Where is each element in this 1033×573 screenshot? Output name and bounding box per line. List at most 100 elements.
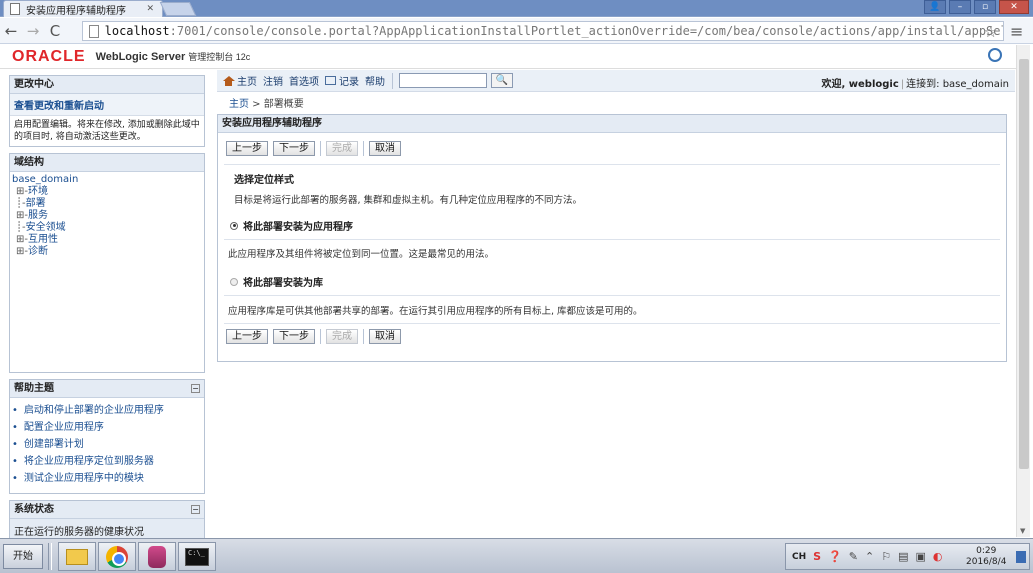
option-application[interactable]: 将此部署安装为应用程序 — [218, 218, 1006, 233]
collapse-icon[interactable]: − — [191, 505, 200, 514]
tree-node-deployments[interactable]: ┊-部署 — [12, 198, 202, 210]
volume-icon[interactable]: ◐ — [933, 550, 943, 563]
start-button[interactable]: 开始 — [3, 544, 43, 569]
cancel-button[interactable]: 取消 — [369, 141, 401, 156]
search-button[interactable]: 🔍 — [491, 73, 513, 88]
taskbar-explorer[interactable] — [58, 542, 96, 571]
tree-node-security-realms[interactable]: ┊-安全领域 — [12, 222, 202, 234]
url-host: localhost — [104, 24, 170, 38]
url-field[interactable]: localhost :7001/console/console.portal?A… — [82, 21, 1004, 41]
product-title: WebLogic Server 管理控制台 12c — [96, 50, 251, 63]
monitor-icon[interactable]: ▣ — [916, 550, 926, 563]
scrollbar-thumb[interactable] — [1019, 59, 1029, 469]
button-separator — [320, 141, 321, 156]
bookmark-star-icon[interactable]: ☆ — [984, 23, 997, 41]
radio-application[interactable] — [230, 221, 238, 230]
view-changes-link[interactable]: 查看更改和重新启动 — [10, 94, 204, 116]
close-window-button[interactable]: ✕ — [999, 0, 1029, 14]
url-path: :7001/console/console.portal?AppApplicat… — [169, 24, 1003, 38]
pen-icon[interactable]: ✎ — [849, 550, 858, 563]
close-tab-icon[interactable]: ✕ — [146, 4, 154, 14]
option-application-description: 此应用程序及其组件将被定位到同一位置。这是最常见的用法。 — [228, 249, 495, 260]
change-center-text: 启用配置编辑。将来在修改, 添加或删除此域中的项目时, 将自动激活这些更改。 — [14, 120, 200, 142]
maximize-button[interactable]: ▫ — [974, 0, 996, 14]
home-icon — [223, 75, 235, 86]
help-topics-title: 帮助主题 − — [10, 380, 204, 398]
menu-icon[interactable]: ≡ — [1010, 22, 1023, 41]
collapse-icon[interactable]: − — [191, 384, 200, 393]
taskbar: 开始 C:\_ CH S ❓ ✎ ⌃ ⚐ ▤ ▣ ◐ 0:29 2016/8/4 — [0, 538, 1033, 573]
chrome-icon — [106, 545, 128, 568]
option-library[interactable]: 将此部署安装为库 — [218, 274, 1006, 289]
browser-tab[interactable]: 安装应用程序辅助程序 ✕ — [3, 0, 163, 17]
start-label: 开始 — [13, 551, 33, 562]
tree-node-services[interactable]: ⊞-服务 — [12, 210, 202, 222]
product-suffix: 管理控制台 12c — [188, 52, 251, 62]
domain-structure-panel: 域结构 base_domain ⊞-环境 ┊-部署 ⊞-服务 ┊-安全领域 ⊞-… — [9, 153, 205, 373]
user-icon[interactable]: 👤 — [924, 0, 946, 14]
help-tray-icon[interactable]: ❓ — [828, 550, 842, 563]
finish-button[interactable]: 完成 — [326, 329, 358, 344]
button-separator — [363, 141, 364, 156]
breadcrumb-current: 部署概要 — [263, 99, 304, 110]
back-button[interactable]: 上一步 — [226, 329, 268, 344]
search-input[interactable] — [399, 73, 487, 88]
finish-button[interactable]: 完成 — [326, 141, 358, 156]
tree-node-interoperability[interactable]: ⊞-互用性 — [12, 234, 202, 246]
tray-expand-icon[interactable]: ⌃ — [865, 550, 874, 563]
install-assistant-panel: 安装应用程序辅助程序 上一步 下一步 完成 取消 选择定位样式 目标是将运行此部… — [217, 114, 1007, 362]
oracle-o-icon — [988, 48, 1002, 62]
help-link[interactable]: 配置企业应用程序 — [12, 419, 202, 436]
home-link[interactable]: 主页 — [223, 73, 257, 88]
breadcrumb: 主页 > 部署概要 — [229, 99, 304, 110]
assistant-title: 安装应用程序辅助程序 — [218, 115, 1006, 133]
taskbar-chrome[interactable] — [98, 542, 136, 571]
minimize-button[interactable]: – — [949, 0, 971, 14]
next-button[interactable]: 下一步 — [273, 141, 315, 156]
logout-link[interactable]: 注销 — [263, 73, 283, 88]
console-toolbar: 主页 注销 首选项 记录 帮助 🔍 欢迎, weblogic | 连接到: base… — [217, 70, 1015, 92]
record-icon — [325, 76, 336, 85]
scroll-down-icon[interactable]: ▼ — [1020, 527, 1025, 535]
language-indicator[interactable]: CH — [792, 552, 806, 562]
option-library-label: 将此部署安装为库 — [243, 278, 323, 289]
cancel-button[interactable]: 取消 — [369, 329, 401, 344]
back-icon[interactable]: ← — [0, 22, 22, 40]
record-link[interactable]: 记录 — [325, 73, 359, 88]
divider — [224, 239, 1000, 240]
help-link[interactable]: 测试企业应用程序中的模块 — [12, 470, 202, 487]
ime-icon[interactable]: S — [813, 550, 821, 563]
window-controls: 👤 – ▫ ✕ — [924, 0, 1029, 14]
change-center-title: 更改中心 — [10, 76, 204, 94]
page-scrollbar[interactable]: ▼ — [1016, 45, 1030, 537]
folder-icon — [66, 548, 88, 565]
page-icon — [10, 3, 20, 15]
system-tray: CH S ❓ ✎ ⌃ ⚐ ▤ ▣ ◐ 0:29 2016/8/4 — [785, 543, 1030, 570]
tree-root-base-domain[interactable]: base_domain — [12, 174, 202, 186]
help-link[interactable]: 将企业应用程序定位到服务器 — [12, 453, 202, 470]
back-button[interactable]: 上一步 — [226, 141, 268, 156]
next-button[interactable]: 下一步 — [273, 329, 315, 344]
breadcrumb-home[interactable]: 主页 — [229, 99, 249, 110]
forward-icon[interactable]: → — [22, 22, 44, 40]
help-link-toolbar[interactable]: 帮助 — [365, 73, 385, 88]
system-status-title: 系统状态 − — [10, 501, 204, 519]
taskbar-database[interactable] — [138, 542, 176, 571]
help-link[interactable]: 启动和停止部署的企业应用程序 — [12, 402, 202, 419]
change-center-panel: 更改中心 查看更改和重新启动 启用配置编辑。将来在修改, 添加或删除此域中的项目… — [9, 75, 205, 147]
domain-tree: base_domain ⊞-环境 ┊-部署 ⊞-服务 ┊-安全领域 ⊞-互用性 … — [10, 172, 204, 372]
show-desktop-button[interactable] — [1016, 551, 1026, 563]
new-tab-button[interactable] — [159, 2, 197, 16]
tree-node-environment[interactable]: ⊞-环境 — [12, 186, 202, 198]
reload-icon[interactable]: C — [44, 22, 66, 40]
taskbar-grip — [48, 543, 52, 570]
clock[interactable]: 0:29 2016/8/4 — [966, 546, 1006, 568]
taskbar-cmd[interactable]: C:\_ — [178, 542, 216, 571]
tab-title: 安装应用程序辅助程序 — [26, 5, 126, 17]
network-icon[interactable]: ▤ — [898, 550, 908, 563]
flag-icon[interactable]: ⚐ — [881, 550, 891, 563]
help-link[interactable]: 创建部署计划 — [12, 436, 202, 453]
tree-node-diagnostics[interactable]: ⊞-诊断 — [12, 246, 202, 258]
radio-library[interactable] — [230, 277, 238, 286]
preferences-link[interactable]: 首选项 — [289, 73, 319, 88]
